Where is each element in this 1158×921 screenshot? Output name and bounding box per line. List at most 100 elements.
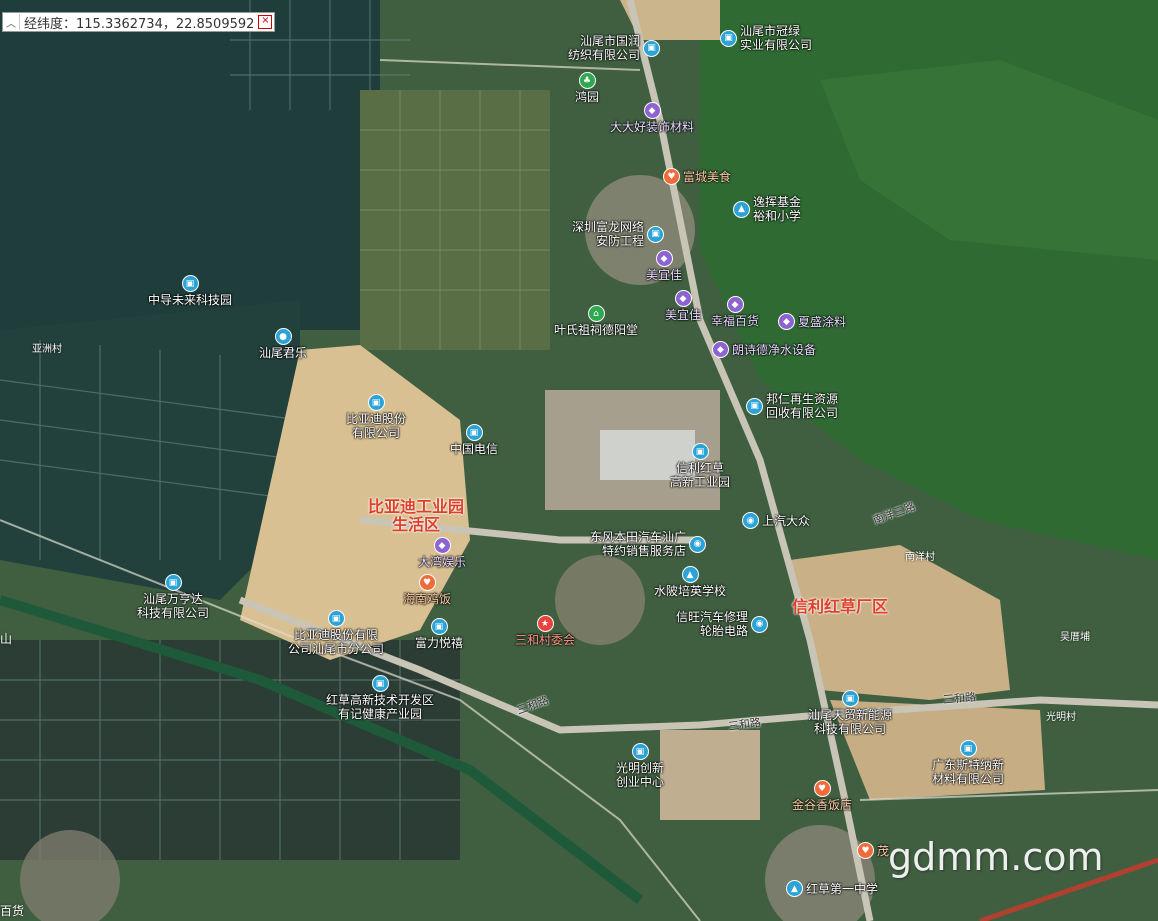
school-icon[interactable]: ▲ xyxy=(786,880,803,897)
poi-marker[interactable]: ▣ 中国电信 xyxy=(450,424,498,456)
poi-marker[interactable]: ▣ 比亚迪股份 有限公司 xyxy=(346,394,406,440)
poi-marker[interactable]: ◆ 夏盛涂料 xyxy=(778,313,846,330)
poi-label: 汕尾万亨达 科技有限公司 xyxy=(137,592,210,620)
shop-icon[interactable]: ◆ xyxy=(674,290,692,307)
shop-icon[interactable]: ◆ xyxy=(726,296,744,313)
poi-label: 汕尾天贸新能源 科技有限公司 xyxy=(808,708,893,736)
place-label: 百货 xyxy=(0,904,25,918)
poi-marker[interactable]: ♥ 海南鸡饭 xyxy=(403,574,451,606)
close-icon[interactable]: × xyxy=(258,15,273,29)
place-icon[interactable]: ● xyxy=(274,328,292,345)
building-icon[interactable]: ▣ xyxy=(720,29,737,47)
food-icon[interactable]: ♥ xyxy=(663,168,680,185)
building-icon[interactable]: ▣ xyxy=(643,39,661,57)
poi-marker[interactable]: ◆ 大大好装饰材料 xyxy=(610,102,694,134)
shop-icon[interactable]: ◆ xyxy=(778,313,795,330)
poi-marker[interactable]: ▣ 汕尾万亨达 科技有限公司 xyxy=(137,574,209,620)
poi-label: 三和村委会 xyxy=(515,633,576,647)
building-icon[interactable]: ▣ xyxy=(631,743,649,760)
place-label: 山 xyxy=(0,632,13,646)
poi-label: 中导未来科技园 xyxy=(148,293,233,307)
building-icon[interactable]: ▣ xyxy=(327,610,345,627)
temple-icon[interactable]: ⌂ xyxy=(587,305,605,322)
poi-marker[interactable]: ▣ 邦仁再生资源 回收有限公司 xyxy=(746,392,838,420)
building-icon[interactable]: ▣ xyxy=(647,225,665,243)
chevron-up-icon[interactable]: ︿ xyxy=(3,14,20,30)
poi-label: 幸福百货 xyxy=(711,314,760,328)
food-icon[interactable]: ♥ xyxy=(857,842,874,859)
gov-icon[interactable]: ★ xyxy=(536,615,554,632)
poi-label: 美宜佳 xyxy=(646,268,683,282)
building-icon[interactable]: ▣ xyxy=(367,394,385,411)
poi-marker[interactable]: ♥ 富城美食 xyxy=(663,168,731,185)
poi-marker[interactable]: ▲ 水陂培英学校 xyxy=(654,566,726,598)
poi-marker[interactable]: ◆ 朗诗德净水设备 xyxy=(712,341,816,358)
poi-marker[interactable]: ◉ 上汽大众 xyxy=(742,512,810,529)
park-icon[interactable]: ♣ xyxy=(578,72,596,89)
poi-marker[interactable]: ◆ 美宜佳 xyxy=(646,250,682,282)
building-icon[interactable]: ▣ xyxy=(164,574,182,591)
poi-marker[interactable]: ▣ 中导未来科技园 xyxy=(148,275,232,307)
building-icon[interactable]: ▣ xyxy=(746,397,763,415)
poi-marker[interactable]: ◆ 美宜佳 xyxy=(665,290,701,322)
poi-marker[interactable]: ▣ 信利红草 高新工业园 xyxy=(670,443,730,489)
poi-marker[interactable]: ▣ 广东斯特纳新 材料有限公司 xyxy=(932,740,1004,786)
poi-marker[interactable]: ▣ 富力悦禧 xyxy=(415,618,463,650)
poi-marker[interactable]: ♣ 鸿园 xyxy=(575,72,599,104)
place-label: 南洋村 xyxy=(905,552,935,563)
shop-icon[interactable]: ◆ xyxy=(712,341,729,358)
poi-label: 水陂培英学校 xyxy=(654,584,727,598)
poi-label: 光明创新 创业中心 xyxy=(616,761,665,789)
poi-label: 夏盛涂料 xyxy=(798,314,847,329)
poi-marker[interactable]: ◆ 幸福百货 xyxy=(711,296,759,328)
satellite-map[interactable]: ︿ 经纬度：115.3362734，22.8509592 × ▣ 汕尾市冠绿 实业… xyxy=(0,0,1158,921)
shop-icon[interactable]: ◆ xyxy=(433,537,451,554)
poi-label: 金谷香饭店 xyxy=(792,798,853,812)
poi-marker[interactable]: 东风本田汽车汕广 特约销售服务店 ◉ xyxy=(590,530,707,558)
building-icon[interactable]: ▣ xyxy=(959,740,977,757)
poi-label: 上汽大众 xyxy=(762,513,811,528)
car-icon[interactable]: ◉ xyxy=(751,615,769,633)
poi-marker[interactable]: ⌂ 叶氏祖祠德阳堂 xyxy=(554,305,638,337)
poi-marker[interactable]: ▣ 汕尾市冠绿 实业有限公司 xyxy=(720,24,812,52)
poi-marker[interactable]: 信旺汽车修理 轮胎电路 ◉ xyxy=(676,610,769,638)
car-icon[interactable]: ◉ xyxy=(742,512,759,529)
road-label: 三和路 xyxy=(942,690,977,707)
poi-marker[interactable]: ▲ 逸挥基金 裕和小学 xyxy=(733,195,801,223)
poi-marker[interactable]: ▣ 红草高新技术开发区 有记健康产业园 xyxy=(326,675,434,721)
poi-marker[interactable]: ▲ 红草第一中学 xyxy=(786,880,878,897)
food-icon[interactable]: ♥ xyxy=(813,780,831,797)
poi-label: 大大好装饰材料 xyxy=(610,120,695,134)
building-icon[interactable]: ▣ xyxy=(691,443,709,460)
building-icon[interactable]: ▣ xyxy=(465,424,483,441)
poi-label: 朗诗德净水设备 xyxy=(732,342,817,357)
building-icon[interactable]: ▣ xyxy=(841,690,859,707)
poi-label: 汕尾君乐 xyxy=(259,346,308,360)
food-icon[interactable]: ♥ xyxy=(418,574,436,591)
poi-marker[interactable]: ★ 三和村委会 xyxy=(515,615,575,647)
poi-marker[interactable]: ▣ 光明创新 创业中心 xyxy=(616,743,664,789)
poi-marker[interactable]: 深圳富龙网络 安防工程 ▣ xyxy=(572,220,665,248)
car-icon[interactable]: ◉ xyxy=(689,535,707,553)
building-icon[interactable]: ▣ xyxy=(181,275,199,292)
building-icon[interactable]: ▣ xyxy=(371,675,389,692)
building-icon[interactable]: ▣ xyxy=(430,618,448,635)
shop-icon[interactable]: ◆ xyxy=(643,102,661,119)
area-label: 比亚迪工业园 生活区 xyxy=(368,497,465,534)
place-label: 光明村 xyxy=(1046,712,1076,723)
poi-label: 汕尾市冠绿 实业有限公司 xyxy=(740,24,813,52)
poi-label: 美宜佳 xyxy=(665,308,702,322)
school-icon[interactable]: ▲ xyxy=(733,200,750,218)
school-icon[interactable]: ▲ xyxy=(681,566,699,583)
poi-marker[interactable]: ◆ 大湾娱乐 xyxy=(418,537,466,569)
poi-marker[interactable]: ♥ 茂 xyxy=(857,842,889,859)
poi-label: 鸿园 xyxy=(575,90,600,104)
poi-marker[interactable]: ● 汕尾君乐 xyxy=(259,328,307,360)
poi-label: 东风本田汽车汕广 特约销售服务店 xyxy=(590,530,687,558)
poi-marker[interactable]: ♥ 金谷香饭店 xyxy=(792,780,852,812)
place-label: 吴厝埔 xyxy=(1060,632,1090,643)
shop-icon[interactable]: ◆ xyxy=(655,250,673,267)
poi-marker[interactable]: 汕尾市国润 纺织有限公司 ▣ xyxy=(568,34,661,62)
poi-marker[interactable]: ▣ 汕尾天贸新能源 科技有限公司 xyxy=(808,690,892,736)
poi-marker[interactable]: ▣ 比亚迪股份有限 公司汕尾市分公司 xyxy=(288,610,384,656)
